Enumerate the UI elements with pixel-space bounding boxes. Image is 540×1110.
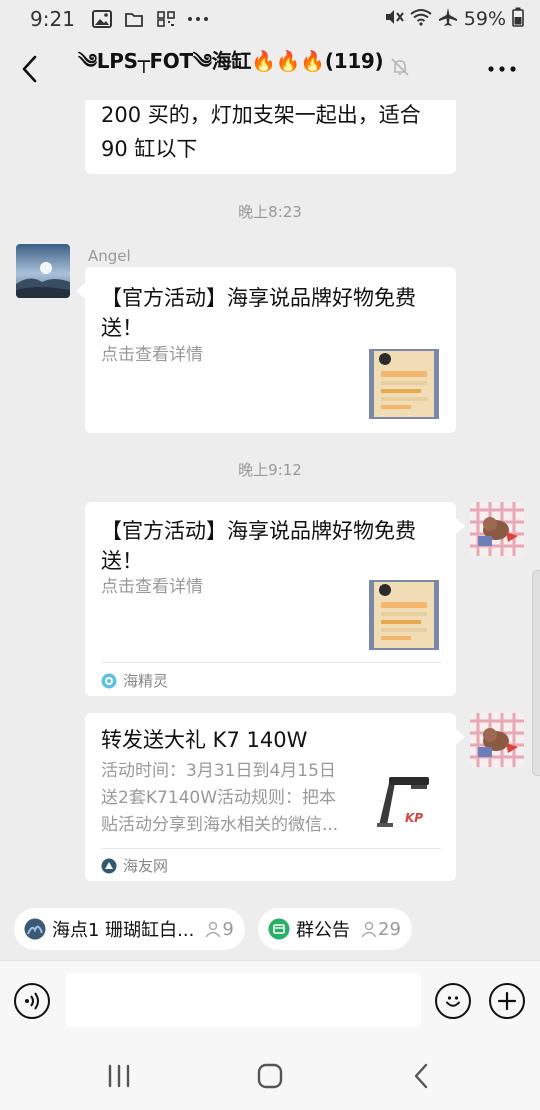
chip-label: 群公告 (296, 920, 350, 941)
plus-button[interactable] (489, 983, 525, 1019)
emoji-button[interactable] (435, 983, 471, 1019)
airplane-icon (438, 7, 458, 32)
bubble-tail (76, 283, 85, 299)
more-horizontal-icon (488, 66, 516, 72)
home-icon (257, 1063, 283, 1089)
chevron-left-icon (22, 55, 37, 83)
card-desc-line: 贴活动分享到海水相关的微信... (101, 815, 339, 835)
voice-button[interactable] (14, 983, 50, 1019)
image-icon (89, 9, 115, 29)
home-button[interactable] (250, 1060, 290, 1092)
coral-icon (24, 918, 46, 940)
card-thumbnail-brand: KP (405, 811, 424, 825)
link-card-self-2[interactable]: 转发送大礼 K7 140W 活动时间：3月31日到4月15日 送2套K7140W… (85, 713, 456, 881)
person-icon (361, 921, 377, 938)
scrollbar-handle[interactable] (532, 570, 540, 776)
chip-count: 29 (360, 919, 401, 940)
link-card-angel[interactable]: 【官方活动】海享说品牌好物免费 送！ 点击查看详情 (85, 267, 456, 433)
announcement-icon (268, 918, 290, 940)
chat-header: ༄LPS┬FOT༄海缸🔥🔥🔥(119) (0, 38, 540, 100)
wifi-icon (410, 8, 432, 31)
battery-percent: 59% (463, 8, 506, 30)
emoji-icon (446, 996, 460, 1007)
more-button[interactable] (484, 56, 520, 82)
chip-group-topic[interactable]: 海点1 珊瑚缸白... 9 (14, 908, 245, 950)
timestamp: 晚上8:23 (238, 203, 302, 221)
avatar-self[interactable] (470, 713, 524, 767)
avatar-angel[interactable] (16, 244, 70, 298)
card-desc: 点击查看详情 (101, 345, 203, 365)
battery-icon (512, 7, 524, 32)
input-bar (0, 960, 540, 1042)
card-desc-line: 活动时间：3月31日到4月15日 (101, 761, 336, 781)
chat-area[interactable]: 200 买的，灯加支架一起出，适合 90 缸以下 晚上8:23 Angel 【官… (0, 100, 540, 896)
chip-count-value: 9 (222, 918, 234, 940)
card-title-line: 送！ (101, 549, 143, 573)
card-thumbnail-lamp: KP (371, 765, 439, 833)
card-source: 海友网 (101, 855, 168, 876)
voice-icon (25, 992, 39, 1010)
card-desc-line: 送2套K7140W活动规则：把本 (101, 788, 337, 808)
pinned-bar: 海点1 珊瑚缸白... 9 群公告 29 (0, 896, 540, 960)
chip-count: 9 (204, 918, 234, 940)
card-source-label: 海友网 (123, 857, 169, 875)
card-title-line: 送！ (101, 316, 143, 340)
recent-apps-button[interactable] (99, 1060, 139, 1092)
bubble-tail (456, 518, 465, 534)
card-title: 转发送大礼 K7 140W (101, 728, 308, 752)
chip-label: 海点1 珊瑚缸白... (52, 920, 195, 941)
card-source: 海精灵 (101, 670, 168, 691)
card-title-line: 【官方活动】海享说品牌好物免费 (101, 286, 416, 310)
recent-apps-icon (108, 1064, 130, 1088)
chip-count-value: 29 (378, 918, 401, 940)
person-icon (205, 921, 221, 938)
qr-icon (153, 9, 179, 29)
message-input[interactable] (66, 973, 421, 1027)
mute-icon (384, 8, 404, 31)
card-divider (101, 848, 441, 849)
more-dots-icon (185, 9, 211, 29)
avatar-self[interactable] (470, 502, 524, 556)
timestamp: 晚上9:12 (238, 461, 302, 479)
status-bar: 9:21 59% (0, 0, 540, 38)
card-divider (101, 662, 441, 663)
folder-icon (121, 9, 147, 29)
message-text-line: 90 缸以下 (101, 137, 198, 161)
back-arrow-icon (414, 1063, 428, 1089)
system-nav-bar (0, 1042, 540, 1110)
card-source-label: 海精灵 (123, 672, 169, 690)
chat-title: ༄LPS┬FOT༄海缸🔥🔥🔥(119) (78, 50, 384, 73)
nav-back-button[interactable] (401, 1060, 441, 1092)
bubble-tail (456, 729, 465, 745)
bell-off-icon (389, 56, 411, 78)
card-title-line: 【官方活动】海享说品牌好物免费 (101, 519, 416, 543)
link-card-self-1[interactable]: 【官方活动】海享说品牌好物免费 送！ 点击查看详情 海精灵 (85, 502, 456, 696)
message-text-line: 200 买的，灯加支架一起出，适合 (101, 103, 421, 127)
card-thumbnail (369, 580, 439, 650)
title-wrap: ༄LPS┬FOT༄海缸🔥🔥🔥(119) (78, 50, 458, 84)
card-desc: 点击查看详情 (101, 577, 203, 597)
status-time: 9:21 (30, 7, 75, 31)
haijingling-icon (101, 673, 117, 689)
sender-name: Angel (88, 247, 131, 265)
card-thumbnail (369, 349, 439, 419)
plus-icon (497, 991, 517, 1011)
status-right: 59% (384, 7, 524, 32)
haiyouwang-icon (101, 858, 117, 874)
back-button[interactable] (14, 52, 44, 86)
chip-announcement[interactable]: 群公告 29 (258, 908, 412, 950)
message-bubble-partial[interactable]: 200 买的，灯加支架一起出，适合 90 缸以下 (85, 100, 456, 174)
